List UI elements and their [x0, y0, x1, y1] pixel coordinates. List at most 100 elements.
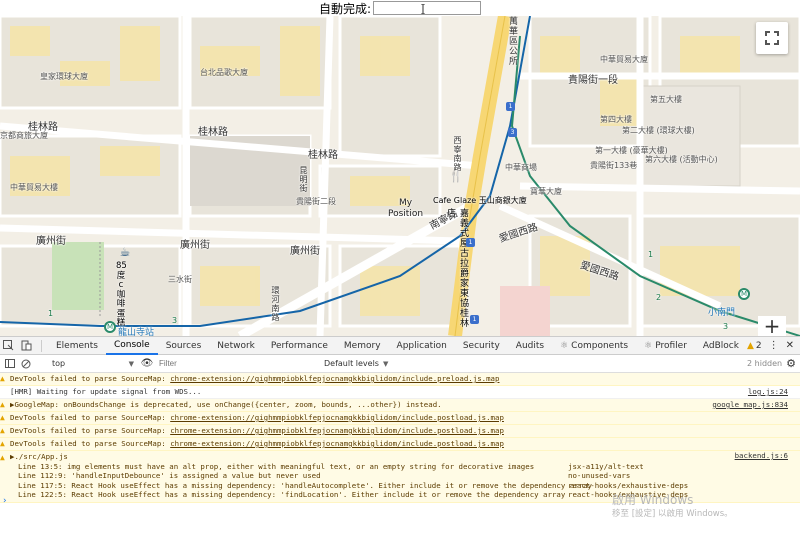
road-label-guiyang: 貴陽街一段 — [568, 75, 618, 86]
map-label: 中華貿易大廈 — [600, 55, 648, 64]
tab-performance[interactable]: Performance — [263, 337, 336, 355]
autocomplete-label: 自動完成: — [318, 1, 372, 16]
console-message-warning: ▲ DevTools failed to parse SourceMap: ch… — [0, 425, 800, 438]
tab-adblock[interactable]: AdBlock — [695, 337, 747, 355]
map-vertical-label: 昆明街 — [299, 166, 308, 193]
warning-counter[interactable]: ▲ 2 — [747, 341, 762, 351]
tab-profiler[interactable]: ⚛ Profiler — [636, 337, 695, 355]
device-toolbar-icon[interactable] — [18, 337, 36, 355]
metro-station-label-xiaonanmen[interactable]: 小南門 — [708, 305, 735, 318]
map-vertical-label: 萬華區公所 — [507, 16, 517, 66]
sidebar-toggle-icon[interactable] — [2, 359, 18, 368]
sourcemap-link[interactable]: chrome-extension://gighmmpiobklfepjocnam… — [170, 439, 504, 448]
road-label-guilin-1: 桂林路 — [198, 127, 228, 138]
poi-label-cafe-glaze[interactable]: Cafe Glaze 玉山商銀大廈 — [433, 195, 527, 206]
tab-network[interactable]: Network — [209, 337, 263, 355]
map-vertical-label: 西寧南路 — [453, 136, 462, 172]
console-message-info: [HMR] Waiting for update signal from WDS… — [0, 386, 800, 399]
map-label: 第六大樓 (活動中心) — [645, 155, 718, 164]
sourcemap-link[interactable]: chrome-extension://gighmmpiobklfepjocnam… — [170, 426, 504, 435]
warning-icon: ▲ — [0, 413, 5, 422]
metro-station-label-longshan[interactable]: 龍山寺站 — [118, 325, 154, 336]
fullscreen-icon — [765, 31, 779, 45]
source-link[interactable]: backend.js:6 — [735, 451, 788, 461]
gear-icon[interactable]: ⚙ — [786, 357, 800, 370]
tab-sources[interactable]: Sources — [158, 337, 210, 355]
route-badge: 1 — [470, 315, 479, 324]
warning-icon: ▲ — [0, 453, 5, 462]
more-options-icon[interactable]: ⋮ — [766, 340, 782, 351]
tab-application[interactable]: Application — [389, 337, 455, 355]
console-message-warning: ▲ DevTools failed to parse SourceMap: ch… — [0, 438, 800, 451]
tab-console[interactable]: Console — [105, 337, 158, 355]
tab-memory[interactable]: Memory — [336, 337, 389, 355]
cafe-icon[interactable]: ☕ — [118, 245, 132, 259]
map-vertical-label: 環河南路 — [271, 286, 280, 322]
road-label-guilin-2: 桂林路 — [308, 150, 338, 161]
route-badge: 1 — [506, 102, 515, 111]
text-cursor-icon — [421, 4, 425, 14]
sourcemap-link[interactable]: chrome-extension://gighmmpiobklfepjocnam… — [170, 374, 499, 383]
metro-exit-label: 3 — [172, 316, 178, 325]
windows-activation-watermark: 啟用 Windows 移至 [設定] 以啟用 Windows。 — [612, 493, 733, 521]
warning-icon: ▲ — [0, 426, 5, 435]
map-label: 寶華大廈 — [530, 187, 562, 196]
execution-context-select[interactable]: top ▼ — [34, 357, 138, 371]
tab-components[interactable]: ⚛ Components — [552, 337, 636, 355]
react-icon: ⚛ — [560, 340, 569, 351]
map-label: 第四大樓 — [600, 115, 632, 124]
watermark-title: 啟用 Windows — [612, 493, 694, 507]
map-label: 京都商旅大廈 — [0, 131, 48, 140]
eye-icon[interactable]: 👁 — [138, 358, 156, 369]
source-link[interactable]: log.js:24 — [748, 386, 788, 398]
zoom-in-icon: + — [763, 314, 781, 336]
warning-icon: ▲ — [746, 340, 754, 351]
warning-icon: ▲ — [0, 374, 5, 383]
sourcemap-link[interactable]: chrome-extension://gighmmpiobklfepjocnam… — [170, 413, 504, 422]
console-messages: ▲ DevTools failed to parse SourceMap: ch… — [0, 373, 800, 503]
map-label: 貴陽街二段 — [296, 197, 336, 206]
watermark-subtitle: 移至 [設定] 以啟用 Windows。 — [612, 509, 733, 519]
poi-vertical-label[interactable]: 嘉義式屋古拉爵家東協桂林店 — [444, 208, 470, 336]
close-icon[interactable]: ✕ — [786, 340, 794, 351]
log-levels-dropdown[interactable]: Default levels ▼ — [324, 359, 388, 368]
fullscreen-button[interactable] — [756, 22, 788, 54]
chevron-down-icon: ▼ — [128, 359, 134, 368]
tab-audits[interactable]: Audits — [508, 337, 552, 355]
map-label: 皇家環球大廈 — [40, 72, 88, 81]
my-position-label-line2: Position — [388, 209, 424, 219]
map-label: 貴陽街133巷 — [590, 161, 638, 170]
autocomplete-input[interactable] — [373, 1, 482, 15]
inspect-element-icon[interactable] — [0, 337, 18, 355]
tab-elements[interactable]: Elements — [48, 337, 106, 355]
metro-exit-label: 1 — [648, 250, 654, 259]
eslint-row: Line 117:5: React Hook useEffect has a m… — [18, 480, 689, 490]
devtools-tabbar-right: ▲ 2 ⋮ ✕ — [747, 340, 800, 351]
hidden-messages-count: 2 hidden — [747, 359, 783, 368]
route-badge: 1 — [466, 238, 475, 247]
toolbar-divider — [41, 339, 42, 352]
map-label: 中華商場 — [505, 163, 537, 172]
restaurant-icon[interactable]: 🍴 — [449, 170, 463, 184]
road-label-guangzhou-2: 廣州街 — [180, 240, 210, 251]
eslint-file-title: ▶./src/App.js — [10, 452, 68, 461]
zoom-in-button[interactable]: + — [758, 316, 786, 336]
source-link[interactable]: google_map.js:834 — [712, 399, 788, 411]
map-label: 台北品歌大廈 — [200, 68, 248, 77]
metro-station-icon[interactable]: M — [104, 321, 116, 333]
tab-security[interactable]: Security — [455, 337, 508, 355]
console-filter-input[interactable] — [156, 357, 316, 370]
google-map[interactable]: 桂林路 桂林路 廣州街 廣州街 廣州街 南寧路 貴陽街一段 愛國西路 愛國西路 … — [0, 16, 800, 336]
my-position-marker[interactable]: My Position — [388, 198, 423, 220]
metro-exit-label: 3 — [723, 322, 729, 331]
console-prompt[interactable]: › — [2, 496, 7, 506]
map-label: 第五大樓 — [650, 95, 682, 104]
poi-label-85c[interactable]: 85 度 c 咖 啡 蛋 糕 — [116, 261, 127, 329]
chevron-down-icon: ▼ — [382, 359, 389, 368]
console-message-warning: ▲ DevTools failed to parse SourceMap: ch… — [0, 412, 800, 425]
map-label: 三水街 — [168, 275, 192, 284]
metro-exit-label: 2 — [656, 293, 662, 302]
metro-station-icon[interactable]: M — [738, 288, 750, 300]
console-message-warning[interactable]: ▲ ▶GoogleMap: onBoundsChange is deprecat… — [0, 399, 800, 412]
clear-console-icon[interactable] — [18, 359, 34, 369]
